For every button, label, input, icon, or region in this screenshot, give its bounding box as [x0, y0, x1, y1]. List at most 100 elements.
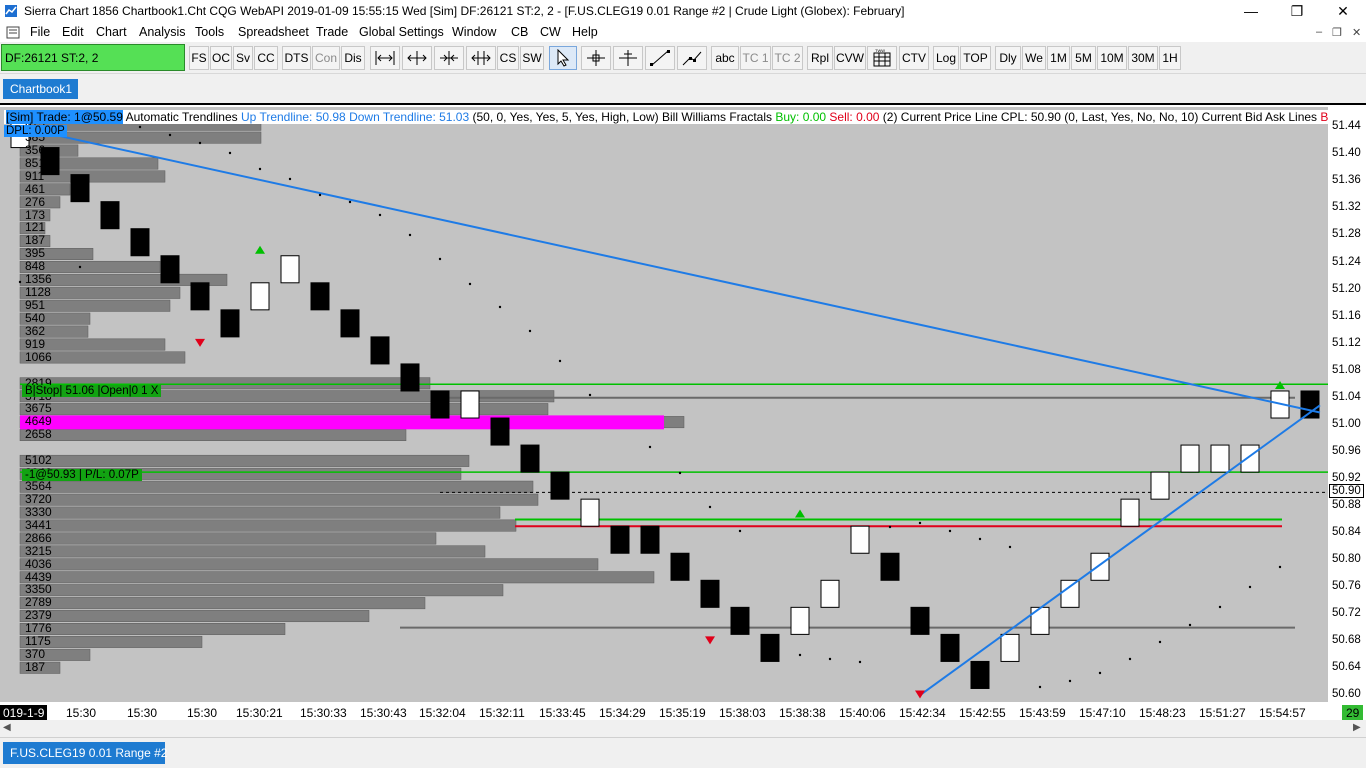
volume-profile-label: 276 — [25, 194, 46, 209]
stop-dot — [678, 471, 682, 475]
menu-global-settings[interactable]: Global Settings — [359, 25, 444, 39]
renko-down-brick — [640, 525, 660, 554]
sv-button[interactable]: Sv — [233, 46, 253, 70]
time-axis-tick: 15:42:55 — [959, 706, 1006, 720]
stop-dot — [78, 265, 82, 269]
mdi-close-icon[interactable]: ✕ — [1352, 26, 1361, 39]
menu-cw[interactable]: CW — [540, 25, 561, 39]
volume-profile-label: 951 — [25, 298, 46, 313]
fractal-sell-value: Sell: 0.00 — [829, 110, 880, 124]
volume-profile-bar — [19, 506, 501, 519]
tc2-button[interactable]: TC 2 — [772, 46, 803, 70]
poc-bar — [20, 415, 664, 430]
1h-button[interactable]: 1H — [1159, 46, 1181, 70]
time-axis-tick: 15:35:19 — [659, 706, 706, 720]
menu-spreadsheet[interactable]: Spreadsheet — [238, 25, 309, 39]
renko-down-brick — [1300, 390, 1320, 419]
renko-up-brick — [850, 525, 870, 554]
price-axis-tick: 51.36 — [1332, 174, 1361, 187]
scale-horizontal-icon[interactable] — [370, 46, 400, 70]
volume-profile-label: 2658 — [25, 427, 52, 442]
stop-dot — [408, 233, 412, 237]
stop-dot — [228, 151, 232, 155]
price-axis-tick: 51.44 — [1332, 120, 1361, 133]
text-tool-button[interactable]: abc — [711, 46, 739, 70]
fractal-buy-value: Buy: 0.00 — [775, 110, 827, 124]
daily-button[interactable]: Dly — [995, 46, 1021, 70]
scroll-right-icon[interactable]: ▶ — [1353, 722, 1361, 733]
menu-file[interactable]: File — [30, 25, 50, 39]
dis-button[interactable]: Dis — [341, 46, 365, 70]
menu-cb[interactable]: CB — [511, 25, 528, 39]
volume-profile-label: 3720 — [25, 491, 52, 506]
mdi-restore-icon[interactable]: ❐ — [1332, 26, 1342, 39]
stop-dot — [168, 133, 172, 137]
volume-profile-label: 362 — [25, 323, 46, 338]
cc-button[interactable]: CC — [254, 46, 278, 70]
pointer-icon[interactable] — [549, 46, 577, 70]
menu-chart[interactable]: Chart — [96, 25, 127, 39]
oc-button[interactable]: OC — [210, 46, 232, 70]
stop-dot — [1158, 640, 1162, 644]
renko-down-brick — [910, 606, 930, 635]
renko-up-brick — [1240, 444, 1260, 473]
stop-dot — [558, 359, 562, 363]
time-axis-tick: 15:42:34 — [899, 706, 946, 720]
cs-button[interactable]: CS — [497, 46, 519, 70]
replay-button[interactable]: Rpl — [807, 46, 833, 70]
weekly-button[interactable]: We — [1022, 46, 1046, 70]
renko-down-brick — [670, 552, 690, 581]
dts-button[interactable]: DTS — [282, 46, 311, 70]
log-button[interactable]: Log — [933, 46, 959, 70]
1m-button[interactable]: 1M — [1047, 46, 1070, 70]
fs-button[interactable]: FS — [189, 46, 209, 70]
sw-button[interactable]: SW — [520, 46, 544, 70]
top-button[interactable]: TOP — [960, 46, 991, 70]
restore-icon[interactable]: ❐ — [1274, 0, 1320, 22]
position-label[interactable]: -1@50.93 | P/L: 0.07P — [22, 469, 142, 481]
menu-analysis[interactable]: Analysis — [139, 25, 186, 39]
mdi-minimize-icon[interactable]: – — [1316, 26, 1322, 38]
stop-dot — [768, 649, 772, 653]
con-button[interactable]: Con — [312, 46, 340, 70]
tab-chartbook1[interactable]: Chartbook1 — [3, 79, 78, 99]
menu-window[interactable]: Window — [452, 25, 496, 39]
bar-spacing-icon[interactable] — [466, 46, 496, 70]
ray-tool-icon[interactable] — [677, 46, 707, 70]
crosshair-icon[interactable] — [581, 46, 611, 70]
renko-up-brick — [1120, 498, 1140, 527]
horizontal-scrollbar[interactable]: ◀ ▶ — [0, 722, 1366, 738]
ctv-button[interactable]: CTV — [899, 46, 929, 70]
expand-bars-icon[interactable] — [402, 46, 432, 70]
menu-edit[interactable]: Edit — [62, 25, 84, 39]
tab-chart-instrument[interactable]: F.US.CLEG19 0.01 Range #2 — [3, 742, 167, 764]
line-tool-icon[interactable] — [645, 46, 675, 70]
scroll-left-icon[interactable]: ◀ — [3, 722, 11, 733]
menu-tools[interactable]: Tools — [195, 25, 224, 39]
compress-bars-icon[interactable] — [434, 46, 464, 70]
trade-window-icon[interactable]: TWW — [867, 46, 897, 70]
10m-button[interactable]: 10M — [1097, 46, 1127, 70]
menu-help[interactable]: Help — [572, 25, 598, 39]
renko-up-brick — [280, 255, 300, 284]
stop-order-label[interactable]: B|Stop| 51.06 |Open|0 1 X — [22, 385, 162, 397]
chart-svg — [10, 118, 1328, 699]
menu-trade[interactable]: Trade — [316, 25, 348, 39]
document-icon[interactable] — [6, 26, 20, 42]
stop-dot — [858, 660, 862, 664]
close-icon[interactable]: ✕ — [1320, 0, 1366, 22]
stop-dot — [1248, 585, 1252, 589]
cursor-crosshair-icon[interactable] — [613, 46, 643, 70]
5m-button[interactable]: 5M — [1071, 46, 1096, 70]
minimize-icon[interactable]: — — [1228, 0, 1274, 22]
fractal-sell-marker — [915, 690, 925, 699]
price-axis[interactable]: 51.44 51.40 51.36 51.32 51.28 51.24 51.20 51.16… — [1328, 107, 1366, 702]
tc1-button[interactable]: TC 1 — [740, 46, 771, 70]
30m-button[interactable]: 30M — [1128, 46, 1158, 70]
chart-plot-area[interactable]: 6753853568519114612761731211873958481356… — [0, 107, 1328, 702]
cpl-study-name: Current Price Line — [900, 110, 998, 124]
cvw-button[interactable]: CVW — [834, 46, 866, 70]
df-status-box[interactable]: DF:26121 ST:2, 2 — [1, 44, 185, 71]
volume-profile-bar — [19, 545, 486, 558]
volume-profile-label: 5102 — [25, 453, 52, 468]
